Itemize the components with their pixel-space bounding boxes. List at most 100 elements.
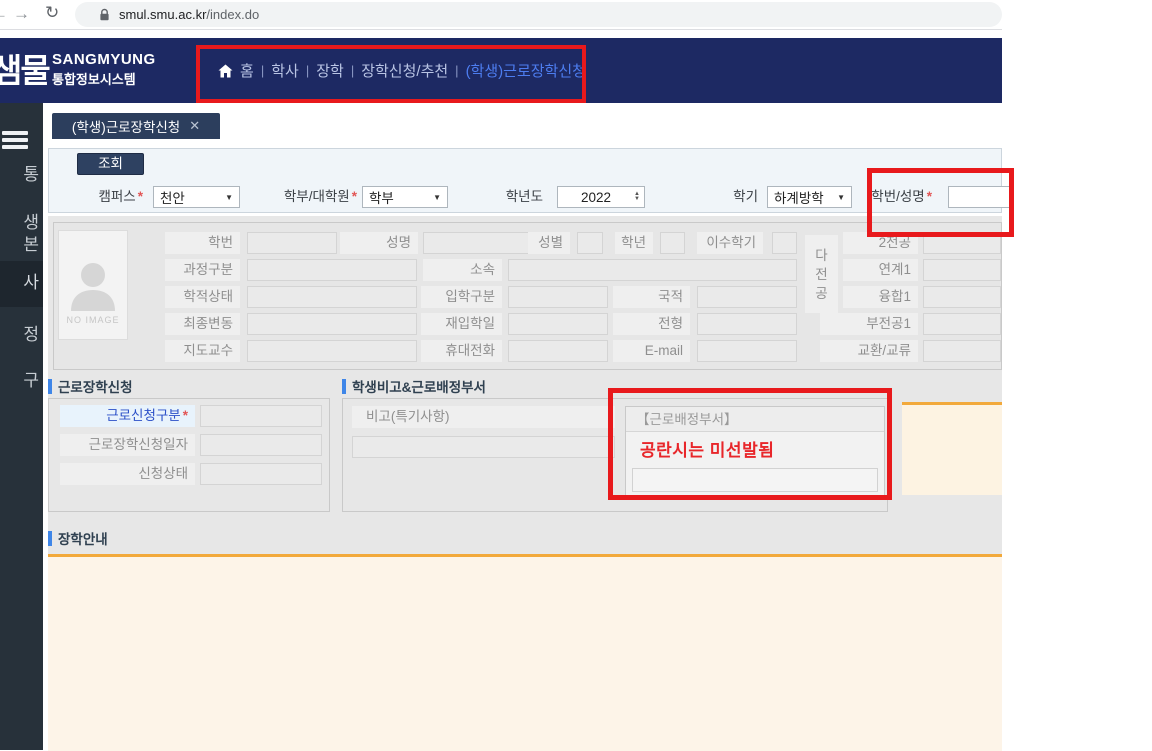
field-work-apply-type[interactable] xyxy=(200,405,322,427)
url-host: smul.smu.ac.kr xyxy=(119,7,206,22)
label-work-apply-date: 근로장학신청일자 xyxy=(60,434,195,456)
label-student-no: 학번 xyxy=(165,232,240,254)
year-value: 2022 xyxy=(558,190,634,205)
chevron-down-icon: ▼ xyxy=(837,193,845,202)
label-gender: 성별 xyxy=(528,232,570,254)
field-minor1 xyxy=(923,313,1001,335)
annotation-box-student-id xyxy=(867,168,1014,237)
chevron-down-icon: ▼ xyxy=(433,193,441,202)
sidebar-item-academics[interactable]: 사 xyxy=(0,273,39,293)
logo-subtitle: 통합정보시스템 xyxy=(52,69,136,88)
annotation-box-breadcrumb xyxy=(196,45,586,103)
browser-back-icon[interactable]: ← xyxy=(0,4,8,24)
label-enrollment-status: 학적상태 xyxy=(165,286,240,308)
field-remark[interactable] xyxy=(352,436,615,458)
annotation-box-assigned-dept xyxy=(608,388,892,500)
label-name: 성명 xyxy=(340,232,418,254)
label-email: E-mail xyxy=(613,340,690,362)
division-select[interactable]: 학부▼ xyxy=(362,186,448,208)
field-name xyxy=(423,232,533,254)
remark-section-header: 학생비고&근로배정부서 xyxy=(342,376,486,396)
label-remark: 비고(특기사항) xyxy=(352,406,615,428)
guide-content-area xyxy=(48,557,1002,751)
tab-close-icon[interactable]: ✕ xyxy=(189,118,200,134)
label-convergence1: 융합1 xyxy=(843,286,918,308)
term-select[interactable]: 하계방학▼ xyxy=(767,186,852,208)
field-affiliation xyxy=(508,259,797,281)
label-affiliation: 소속 xyxy=(423,259,502,281)
campus-label: 캠퍼스* xyxy=(60,186,143,208)
field-course-type xyxy=(247,259,417,281)
label-readmission-date: 재입학일 xyxy=(421,313,502,335)
field-enrollment-status xyxy=(247,286,417,308)
section-bar-icon xyxy=(48,531,52,546)
guide-section-title: 장학안내 xyxy=(58,528,108,548)
browser-reload-icon[interactable]: ↻ xyxy=(45,3,59,23)
label-advisor: 지도교수 xyxy=(165,340,240,362)
sidebar-item-student-line2[interactable]: 본 xyxy=(0,235,39,255)
division-label: 학부/대학원* xyxy=(247,186,357,208)
guide-section-header: 장학안내 xyxy=(48,528,108,548)
no-image-label: NO IMAGE xyxy=(66,315,119,325)
section-bar-icon xyxy=(48,379,52,394)
label-course-type: 과정구분 xyxy=(165,259,240,281)
search-button[interactable]: 조회 xyxy=(77,153,144,175)
address-bar[interactable]: smul.smu.ac.kr/index.do xyxy=(75,2,1002,27)
field-linked1 xyxy=(923,259,1001,281)
field-convergence1 xyxy=(923,286,1001,308)
label-apply-status: 신청상태 xyxy=(60,463,195,485)
term-label: 학기 xyxy=(698,186,758,208)
url-path: /index.do xyxy=(206,7,259,22)
screen: ← → ↻ smul.smu.ac.kr/index.do 샘물 SANGMYU… xyxy=(0,0,1152,751)
field-student-no xyxy=(247,232,337,254)
student-photo-placeholder: NO IMAGE xyxy=(58,230,128,340)
label-last-change: 최종변동 xyxy=(165,313,240,335)
lock-icon xyxy=(99,8,110,22)
campus-select[interactable]: 천안▼ xyxy=(153,186,240,208)
year-label: 학년도 xyxy=(483,186,543,208)
sidebar-item-student-line1[interactable]: 생 xyxy=(0,213,39,233)
field-gender xyxy=(577,232,603,254)
label-linked1: 연계1 xyxy=(843,259,918,281)
field-advisor xyxy=(247,340,417,362)
label-multi-major: 다전공 xyxy=(805,235,838,313)
logo-mark: 샘물 xyxy=(0,44,49,92)
label-completed-terms: 이수학기 xyxy=(697,232,763,254)
label-screening: 전형 xyxy=(613,313,690,335)
year-stepper[interactable]: 2022 ▲▼ xyxy=(557,186,645,208)
field-work-apply-date xyxy=(200,434,322,456)
browser-forward-icon[interactable]: → xyxy=(13,4,30,24)
sidebar-item-research[interactable]: 구 xyxy=(0,371,39,391)
url-text: smul.smu.ac.kr/index.do xyxy=(119,7,259,22)
sidebar-item-admin[interactable]: 정 xyxy=(0,325,39,345)
label-exchange: 교환/교류 xyxy=(820,340,918,362)
spinner-icons[interactable]: ▲▼ xyxy=(634,192,644,202)
label-nationality: 국적 xyxy=(613,286,690,308)
side-info-panel xyxy=(902,402,1002,495)
label-minor1: 부전공1 xyxy=(820,313,918,335)
field-exchange xyxy=(923,340,1001,362)
field-apply-status xyxy=(200,463,322,485)
field-email xyxy=(697,340,797,362)
field-readmission-date xyxy=(508,313,608,335)
section-bar-icon xyxy=(342,379,346,394)
sidebar-item-common[interactable]: 통 xyxy=(0,165,39,185)
browser-toolbar: ← → ↻ smul.smu.ac.kr/index.do xyxy=(0,0,1002,30)
field-last-change xyxy=(247,313,417,335)
chevron-down-icon: ▼ xyxy=(225,193,233,202)
work-section-title: 근로장학신청 xyxy=(58,376,133,396)
work-section-header: 근로장학신청 xyxy=(48,376,133,396)
tab-title: (학생)근로장학신청 xyxy=(72,116,180,136)
field-nationality xyxy=(697,286,797,308)
field-grade xyxy=(660,232,685,254)
logo-name: SANGMYUNG xyxy=(52,51,156,68)
field-mobile xyxy=(508,340,608,362)
field-admission-type xyxy=(508,286,608,308)
label-grade: 학년 xyxy=(615,232,653,254)
person-icon xyxy=(67,257,119,315)
sidebar: 통 생 본 사 정 구 xyxy=(0,103,43,750)
label-mobile: 휴대전화 xyxy=(421,340,502,362)
label-admission-type: 입학구분 xyxy=(421,286,502,308)
field-completed-terms xyxy=(772,232,797,254)
tab-work-scholarship[interactable]: (학생)근로장학신청 ✕ xyxy=(52,113,220,139)
